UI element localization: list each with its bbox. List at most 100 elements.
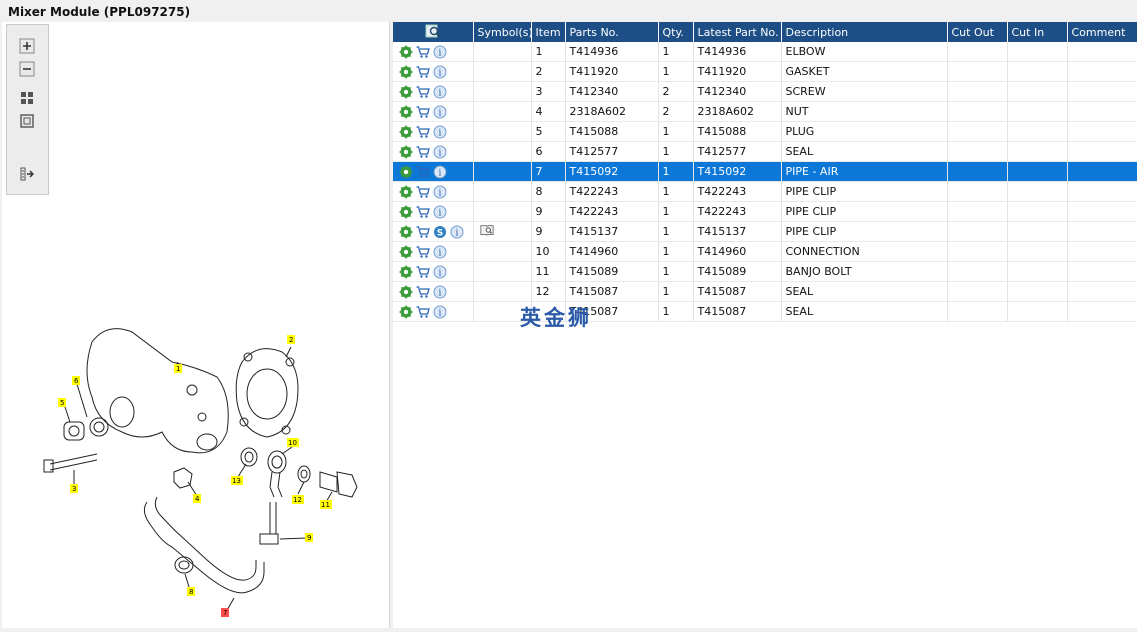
fit-view-button[interactable] [18, 89, 36, 107]
gear-icon[interactable] [399, 205, 413, 219]
diagram-toolbar [6, 24, 49, 195]
info-icon[interactable]: i [450, 225, 464, 239]
row-comment [1067, 161, 1137, 182]
row-comment [1067, 101, 1137, 122]
export-button[interactable] [18, 165, 36, 183]
info-icon[interactable]: i [433, 205, 447, 219]
table-row[interactable]: S i 4 2318A602 2 2318A602 NUT [393, 101, 1137, 122]
column-header-description[interactable]: Description [781, 22, 948, 42]
column-header-cut-out[interactable]: Cut Out [947, 22, 1008, 42]
svg-text:i: i [439, 48, 442, 58]
table-row[interactable]: S i 11 T415089 1 T415089 BANJO BOLT [393, 261, 1137, 282]
gear-icon[interactable] [399, 285, 413, 299]
info-icon[interactable]: i [433, 185, 447, 199]
gear-icon[interactable] [399, 185, 413, 199]
column-header-latest-part-no[interactable]: Latest Part No. [693, 22, 782, 42]
column-header-symbols[interactable]: Symbol(s) [473, 22, 532, 42]
gear-icon[interactable] [399, 265, 413, 279]
gear-icon[interactable] [399, 305, 413, 319]
cart-icon[interactable] [416, 45, 430, 59]
cart-icon[interactable] [416, 265, 430, 279]
table-row[interactable]: S i 10 T414960 1 T414960 CONNECTION [393, 241, 1137, 262]
book-icon[interactable] [479, 223, 494, 237]
row-actions: S i [393, 201, 474, 222]
row-item: 4 [531, 101, 566, 122]
table-row[interactable]: S i 2 T411920 1 T411920 GASKET [393, 61, 1137, 82]
row-item: 8 [531, 181, 566, 202]
row-description: GASKET [781, 61, 948, 82]
row-comment [1067, 221, 1137, 242]
gear-icon[interactable] [399, 65, 413, 79]
row-latest-part-no: T414960 [693, 241, 782, 262]
table-row[interactable]: S i 8 T422243 1 T422243 PIPE CLIP [393, 181, 1137, 202]
search-parts-icon[interactable] [425, 24, 441, 38]
table-row[interactable]: S i 1 T414936 1 T414936 ELBOW [393, 42, 1137, 62]
table-row[interactable]: S i 12 T415087 1 T415087 SEAL [393, 281, 1137, 302]
column-header-parts-no[interactable]: Parts No. [565, 22, 659, 42]
column-header-qty[interactable]: Qty. [658, 22, 694, 42]
info-icon[interactable]: i [433, 85, 447, 99]
cart-icon[interactable] [416, 285, 430, 299]
gear-icon[interactable] [399, 125, 413, 139]
row-cut-out [947, 221, 1008, 242]
table-row[interactable]: S i 5 T415088 1 T415088 PLUG [393, 121, 1137, 142]
info-icon[interactable]: i [433, 245, 447, 259]
row-actions: S i [393, 301, 474, 322]
row-cut-in [1007, 161, 1068, 182]
cart-icon[interactable] [416, 85, 430, 99]
row-cut-in [1007, 42, 1068, 62]
table-row[interactable]: S i 3 T412340 2 T412340 SCREW [393, 81, 1137, 102]
cart-icon[interactable] [416, 125, 430, 139]
cart-icon[interactable] [416, 105, 430, 119]
info-icon[interactable]: i [433, 285, 447, 299]
cart-icon[interactable] [416, 185, 430, 199]
info-icon[interactable]: i [433, 45, 447, 59]
info-icon[interactable]: i [433, 165, 447, 179]
row-cut-in [1007, 241, 1068, 262]
row-qty: 1 [658, 201, 694, 222]
info-icon[interactable]: i [433, 65, 447, 79]
info-icon[interactable]: i [433, 145, 447, 159]
row-part-no: T422243 [565, 201, 659, 222]
cart-icon[interactable] [416, 145, 430, 159]
supersession-icon[interactable]: S [433, 225, 447, 239]
column-header-cut-in[interactable]: Cut In [1007, 22, 1068, 42]
exploded-parts-diagram[interactable]: 1 2 3 4 5 6 7 8 9 10 11 12 13 [2, 302, 389, 632]
gear-icon[interactable] [399, 245, 413, 259]
row-qty: 1 [658, 121, 694, 142]
zoom-out-button[interactable] [18, 60, 36, 78]
column-header-actions[interactable] [393, 22, 474, 42]
cart-icon[interactable] [416, 205, 430, 219]
svg-text:8: 8 [189, 588, 193, 596]
gear-icon[interactable] [399, 165, 413, 179]
zoom-in-button[interactable] [18, 37, 36, 55]
gear-icon[interactable] [399, 145, 413, 159]
actual-size-button[interactable] [18, 112, 36, 130]
cart-icon[interactable] [416, 245, 430, 259]
cart-icon[interactable] [416, 305, 430, 319]
row-cut-out [947, 181, 1008, 202]
gear-icon[interactable] [399, 225, 413, 239]
info-icon[interactable]: i [433, 105, 447, 119]
row-cut-in [1007, 221, 1068, 242]
cart-icon[interactable] [416, 225, 430, 239]
row-latest-part-no: T415087 [693, 301, 782, 322]
cart-icon[interactable] [416, 165, 430, 179]
info-icon[interactable]: i [433, 125, 447, 139]
info-icon[interactable]: i [433, 305, 447, 319]
gear-icon[interactable] [399, 85, 413, 99]
info-icon[interactable]: i [433, 265, 447, 279]
gear-icon[interactable] [399, 105, 413, 119]
cart-icon[interactable] [416, 65, 430, 79]
table-row[interactable]: S i 7 T415092 1 T415092 PIPE - AIR [393, 161, 1137, 182]
table-row[interactable]: S i T415087 1 T415087 SEAL [393, 301, 1137, 322]
row-cut-out [947, 201, 1008, 222]
table-row[interactable]: S i 6 T412577 1 T412577 SEAL [393, 141, 1137, 162]
svg-text:10: 10 [288, 439, 297, 447]
column-header-comment[interactable]: Comment [1067, 22, 1137, 42]
column-header-item[interactable]: Item [531, 22, 566, 42]
row-comment [1067, 61, 1137, 82]
table-row[interactable]: S i 9 T415137 1 T415137 PIPE CLIP [393, 221, 1137, 242]
gear-icon[interactable] [399, 45, 413, 59]
table-row[interactable]: S i 9 T422243 1 T422243 PIPE CLIP [393, 201, 1137, 222]
